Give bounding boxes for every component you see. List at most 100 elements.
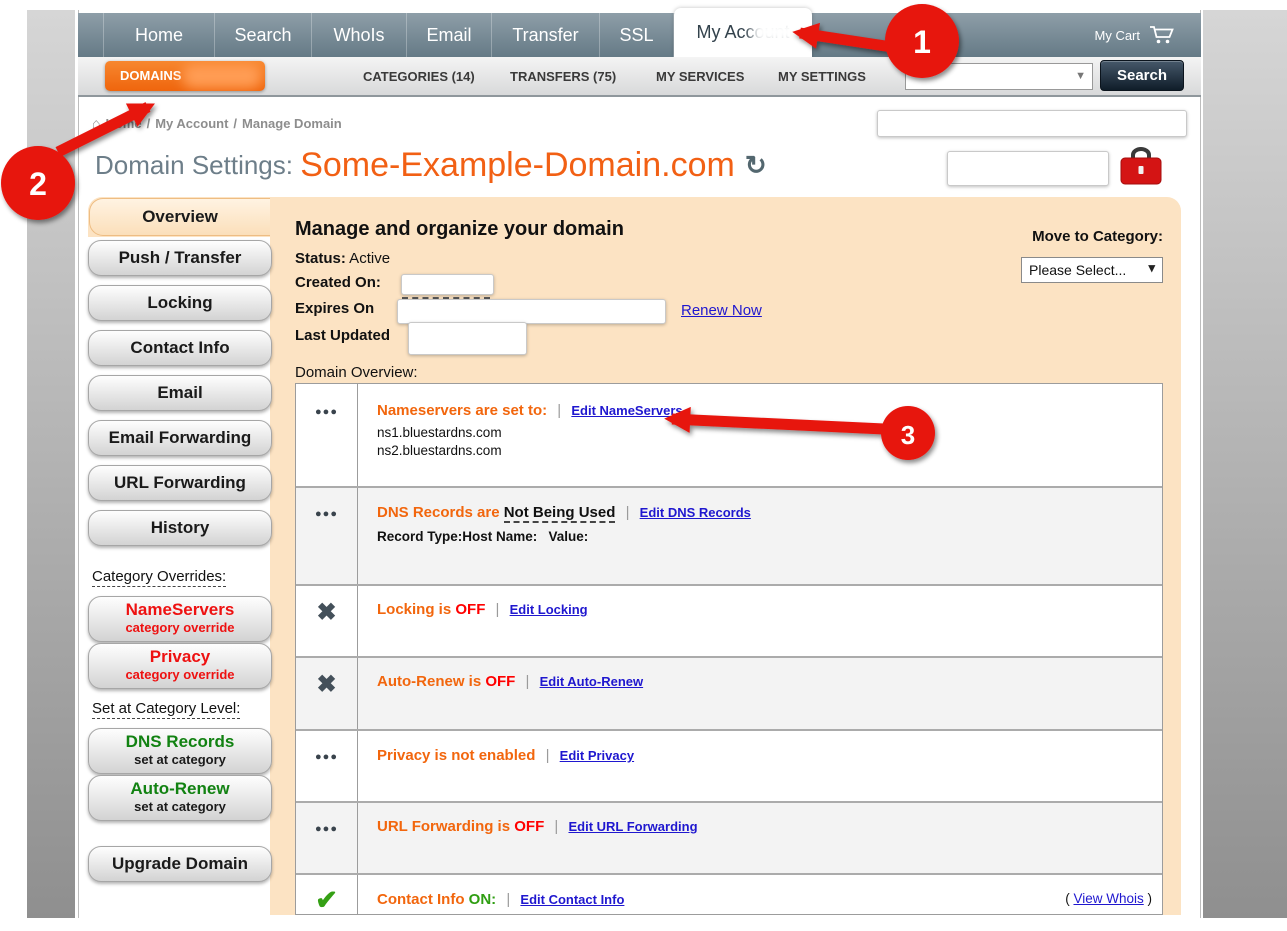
subnav-tab-my-services[interactable]: MY SERVICES — [656, 69, 744, 84]
subnav-tab-transfers[interactable]: TRANSFERS (75) — [510, 69, 616, 84]
override-subtitle: category override — [89, 667, 271, 682]
category-title: Auto-Renew — [89, 779, 271, 799]
separator: | — [490, 601, 506, 618]
sidebar-button-nameservers-override[interactable]: NameServers category override — [88, 596, 272, 642]
row-status: OFF — [455, 601, 485, 618]
section-heading: Manage and organize your domain — [295, 218, 624, 241]
subnav-tab-categories[interactable]: CATEGORIES (14) — [363, 69, 475, 84]
domain-search-combobox[interactable]: ▼ — [905, 63, 1093, 90]
category-subtitle: set at category — [89, 799, 271, 814]
table-row-url-forwarding: ●●● URL Forwarding is OFF | Edit URL For… — [296, 801, 1162, 873]
row-title: Auto-Renew is — [377, 673, 485, 690]
edit-url-forwarding-link[interactable]: Edit URL Forwarding — [568, 819, 697, 834]
sidebar-tab-email[interactable]: Email — [88, 375, 272, 411]
status-line: Status: Active — [295, 250, 390, 267]
redacted-created-date — [401, 274, 494, 295]
domain-name: Some-Example-Domain.com — [300, 146, 735, 184]
nav-tab-label: Transfer — [512, 25, 578, 46]
row-title: URL Forwarding is — [377, 818, 514, 835]
domain-overview-label: Domain Overview: — [295, 364, 418, 381]
category-overrides-heading[interactable]: Category Overrides: — [92, 568, 226, 587]
sidebar-tab-locking[interactable]: Locking — [88, 285, 272, 321]
edit-locking-link[interactable]: Edit Locking — [510, 602, 588, 617]
sidebar-button-auto-renew-category[interactable]: Auto-Renew set at category — [88, 775, 272, 821]
subnav-tab-label: DOMAINS — [120, 68, 181, 83]
paren-close: ) — [1144, 891, 1152, 906]
view-whois-note: ( View Whois ) — [1065, 891, 1152, 906]
nav-tab-search[interactable]: Search — [215, 13, 312, 57]
dns-record-columns: Record Type:Host Name: Value: — [377, 529, 1162, 544]
category-select[interactable]: Please Select... ▾ — [1021, 257, 1163, 283]
breadcrumb-manage-domain[interactable]: Manage Domain — [242, 116, 342, 131]
edit-privacy-link[interactable]: Edit Privacy — [560, 748, 634, 763]
edit-nameservers-link[interactable]: Edit NameServers — [571, 403, 682, 418]
sidebar-button-dns-records-category[interactable]: DNS Records set at category — [88, 728, 272, 774]
pending-dots-icon: ●●● — [315, 508, 338, 584]
nav-tab-my-account-active[interactable]: My Account — [674, 8, 812, 57]
table-row-privacy: ●●● Privacy is not enabled | Edit Privac… — [296, 729, 1162, 801]
account-sub-navigation: DOMAINS CATEGORIES (14) TRANSFERS (75) M… — [78, 57, 1201, 97]
redacted-field — [947, 151, 1109, 186]
breadcrumb-my-account[interactable]: My Account — [155, 116, 228, 131]
edit-contact-info-link[interactable]: Edit Contact Info — [520, 892, 624, 907]
nav-tab-label: SSL — [619, 25, 653, 46]
edit-auto-renew-link[interactable]: Edit Auto-Renew — [540, 674, 644, 689]
home-icon: ⌂ — [92, 115, 105, 131]
row-status: OFF — [514, 818, 544, 835]
separator: | — [548, 818, 564, 835]
override-title: NameServers — [89, 600, 271, 620]
redaction-smudge — [183, 64, 261, 88]
pending-dots-icon: ●●● — [315, 751, 338, 801]
nav-tab-label: Email — [426, 25, 471, 46]
cart-icon — [1149, 25, 1175, 45]
page-title-prefix: Domain Settings: — [95, 150, 300, 180]
nav-tab-transfer[interactable]: Transfer — [492, 13, 600, 57]
last-updated-label: Last Updated — [295, 327, 390, 344]
created-on-line: Created On: — [295, 274, 381, 291]
my-cart-label: My Cart — [1095, 28, 1141, 43]
nav-tab-ssl[interactable]: SSL — [600, 13, 674, 57]
upgrade-domain-button[interactable]: Upgrade Domain — [88, 846, 272, 882]
table-row-auto-renew: ✖ Auto-Renew is OFF | Edit Auto-Renew — [296, 656, 1162, 729]
subnav-tab-my-settings[interactable]: MY SETTINGS — [778, 69, 866, 84]
breadcrumb-home[interactable]: Home — [105, 116, 141, 131]
row-title: DNS Records are — [377, 504, 504, 521]
page-title: Domain Settings: Some-Example-Domain.com… — [95, 146, 767, 185]
edit-dns-records-link[interactable]: Edit DNS Records — [640, 505, 751, 520]
sidebar-tab-push-transfer[interactable]: Push / Transfer — [88, 240, 272, 276]
domain-overview-table: ●●● Nameservers are set to: | Edit NameS… — [295, 383, 1163, 915]
separator: | — [551, 402, 567, 419]
toolbox-icon[interactable] — [1118, 146, 1164, 188]
separator: | — [540, 747, 556, 764]
redacted-field — [877, 110, 1187, 137]
set-at-category-level-heading[interactable]: Set at Category Level: — [92, 700, 240, 719]
off-x-icon: ✖ — [316, 598, 336, 656]
nav-tab-label: Home — [135, 25, 183, 46]
status-value: Active — [346, 250, 390, 267]
sidebar-tab-contact-info[interactable]: Contact Info — [88, 330, 272, 366]
subnav-tab-domains-active[interactable]: DOMAINS — [105, 61, 265, 91]
view-whois-link[interactable]: View Whois — [1073, 891, 1143, 906]
domain-search-input[interactable] — [906, 64, 1068, 89]
last-updated-line: Last Updated — [295, 327, 390, 344]
search-button[interactable]: Search — [1100, 60, 1184, 91]
top-navigation: Home Search WhoIs Email Transfer SSL My … — [78, 13, 1201, 57]
sidebar-tab-history[interactable]: History — [88, 510, 272, 546]
move-to-category-label: Move to Category: — [1003, 228, 1163, 245]
nav-tab-email[interactable]: Email — [407, 13, 492, 57]
row-status: OFF — [485, 673, 515, 690]
row-title: Locking is — [377, 601, 455, 618]
sidebar-tab-email-forwarding[interactable]: Email Forwarding — [88, 420, 272, 456]
breadcrumb-separator: / — [228, 116, 242, 131]
refresh-icon[interactable]: ↻ — [735, 150, 767, 180]
sidebar-tab-overview-active[interactable]: Overview — [89, 198, 270, 236]
nav-tab-home[interactable]: Home — [103, 13, 215, 57]
redaction-smudge — [752, 20, 806, 44]
chevron-down-icon[interactable]: ▼ — [1075, 70, 1086, 82]
expires-on-label: Expires On — [295, 300, 374, 317]
renew-now-link[interactable]: Renew Now — [681, 302, 762, 319]
sidebar-button-privacy-override[interactable]: Privacy category override — [88, 643, 272, 689]
my-cart-button[interactable]: My Cart — [1095, 13, 1176, 57]
nav-tab-whois[interactable]: WhoIs — [312, 13, 407, 57]
sidebar-tab-url-forwarding[interactable]: URL Forwarding — [88, 465, 272, 501]
